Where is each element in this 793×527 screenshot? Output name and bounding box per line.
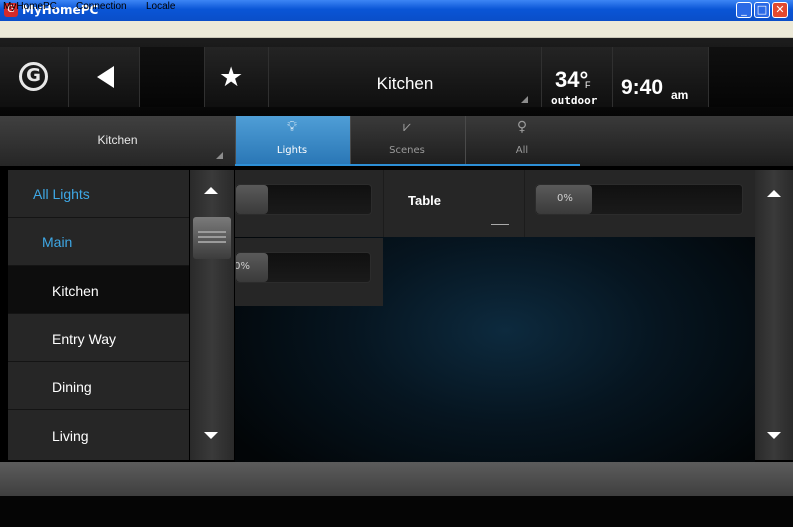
tab-lights-label: Lights (276, 145, 308, 156)
light-name: Table (408, 193, 441, 208)
list-item-label: Main (42, 234, 73, 250)
tab-all-label: All (515, 145, 529, 156)
temperature-label: outdoor (551, 94, 598, 107)
header-right-spacer (709, 47, 793, 107)
footer-bar (0, 496, 793, 527)
lights-scroll-down-icon[interactable] (767, 432, 781, 439)
list-item-main[interactable]: Main (8, 218, 189, 266)
list-item-label: All Lights (33, 186, 90, 202)
maximize-button[interactable]: □ (754, 2, 770, 18)
scroll-up-icon[interactable] (204, 187, 218, 194)
list-item-entry-way[interactable]: Entry Way (8, 314, 189, 362)
minimize-button[interactable]: _ (736, 2, 752, 18)
logo-icon: G (19, 62, 48, 91)
bulb-icon: 💡︎ (287, 119, 297, 135)
menu-locale[interactable]: Locale (146, 1, 175, 12)
list-item-label: Living (52, 428, 89, 444)
star-icon: ★ (219, 62, 244, 93)
scroll-grip-line (198, 236, 226, 238)
list-item-dining[interactable]: Dining (8, 362, 189, 410)
clock-time: 9:40 (621, 76, 664, 99)
list-item-kitchen[interactable]: Kitchen (8, 266, 189, 314)
list-item-living[interactable]: Living (8, 410, 189, 460)
slider-fill (236, 185, 268, 214)
list-item-label: Kitchen (52, 283, 99, 299)
room-list-scrollbar[interactable] (190, 170, 234, 460)
scroll-grip-line (198, 231, 226, 233)
temperature-value: 34° (555, 67, 589, 92)
clock-ampm: am (671, 88, 689, 102)
light-level-2: 0% (236, 261, 250, 272)
list-item-all-lights[interactable]: All Lights (8, 170, 189, 218)
table-light-tile[interactable] (384, 170, 524, 237)
close-button[interactable]: ✕ (772, 2, 788, 18)
scenes-icon: ⩗ (403, 119, 411, 135)
scroll-grip-line (198, 241, 226, 243)
table-light-level: 0% (557, 193, 573, 204)
back-arrow-icon (97, 66, 114, 88)
list-item-label: Dining (52, 379, 92, 395)
light-slider[interactable] (235, 184, 372, 215)
menu-myhomepc[interactable]: MyHomePC (3, 1, 57, 12)
room-dropdown-icon (216, 152, 223, 159)
dropdown-corner-icon (521, 96, 528, 103)
menu-connection[interactable]: Connection (76, 1, 127, 12)
scroll-thumb[interactable] (193, 217, 231, 259)
light-slider-2[interactable] (235, 252, 371, 283)
temperature-unit: F (585, 80, 591, 90)
header-spacer (140, 47, 205, 107)
all-lights-icon: ♀ (516, 119, 528, 135)
lights-scrollbar[interactable] (755, 170, 793, 460)
tab-scenes-label: Scenes (389, 145, 425, 156)
lights-scroll-up-icon[interactable] (767, 190, 781, 197)
scroll-down-icon[interactable] (204, 432, 218, 439)
tab-underline (235, 164, 580, 166)
room-selector-label: Kitchen (97, 133, 138, 147)
menu-bar (0, 21, 793, 38)
list-item-label: Entry Way (52, 331, 117, 347)
light-status-indicator (491, 224, 509, 225)
page-title: Kitchen (376, 74, 434, 93)
bottom-toolbar (0, 462, 793, 496)
